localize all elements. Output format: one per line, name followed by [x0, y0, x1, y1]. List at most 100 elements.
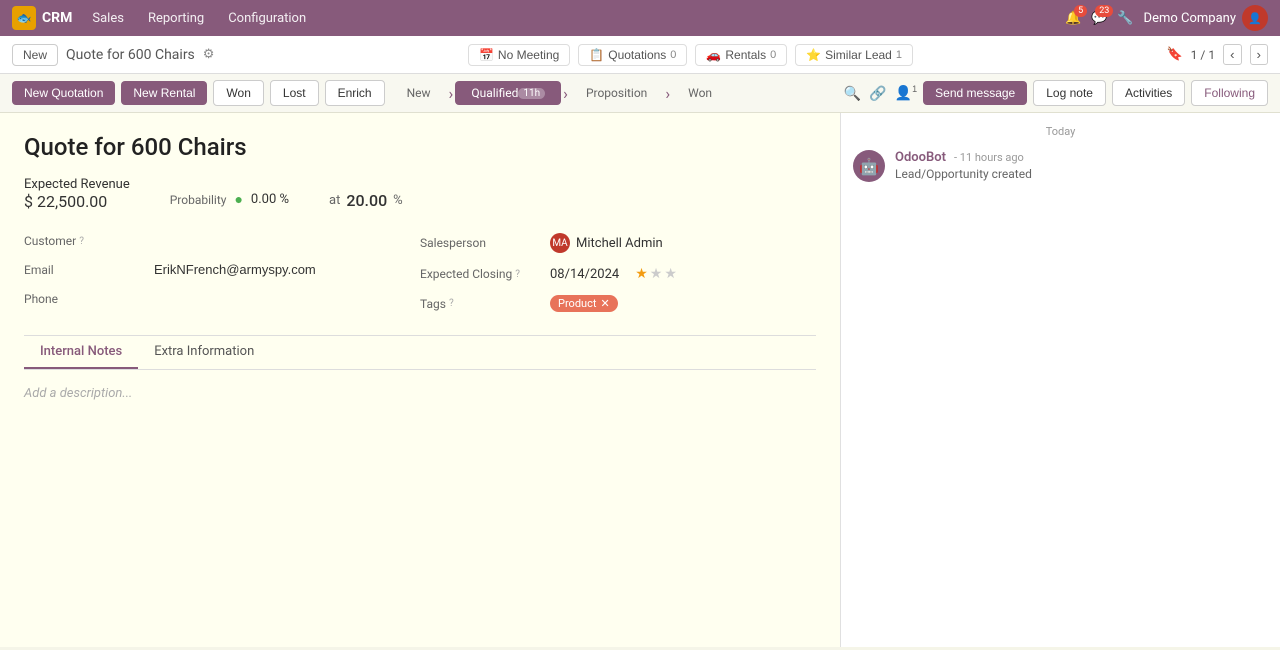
activities-button[interactable]: Activities [1112, 80, 1185, 106]
email-value[interactable] [154, 262, 420, 278]
similar-lead-button[interactable]: ⭐ Similar Lead 1 [795, 44, 913, 66]
nav-reporting[interactable]: Reporting [144, 9, 208, 28]
lost-button[interactable]: Lost [270, 80, 319, 106]
stage-new[interactable]: New [391, 81, 447, 105]
user-toolbar-icon[interactable]: 👤1 [895, 84, 917, 102]
tab-extra-information[interactable]: Extra Information [138, 336, 270, 369]
brand-icon: 🐟 [12, 6, 36, 30]
notification-chat[interactable]: 💬23 [1091, 11, 1107, 26]
nav-right: 🔔5 💬23 🔧 Demo Company 👤 [1065, 5, 1268, 31]
quotations-button[interactable]: 📋 Quotations 0 [578, 44, 687, 66]
pagination-next[interactable]: › [1250, 44, 1268, 65]
settings-gear-icon[interactable]: ⚙ [203, 47, 215, 62]
nav-sales[interactable]: Sales [88, 9, 128, 28]
quotations-count: 0 [670, 49, 676, 61]
similar-lead-count: 1 [896, 49, 902, 61]
revenue-group: Expected Revenue $ 22,500.00 [24, 177, 130, 211]
tag-product-label: Product [558, 297, 596, 310]
tab-internal-notes[interactable]: Internal Notes [24, 336, 138, 369]
won-button[interactable]: Won [213, 80, 263, 106]
bookmark-icon[interactable]: 🔖 [1166, 47, 1182, 62]
nav-configuration[interactable]: Configuration [224, 9, 310, 28]
star-1[interactable]: ★ [635, 266, 648, 282]
star-3[interactable]: ★ [664, 266, 677, 282]
action-bar-right: 🔍 🔗 👤1 Send message Log note Activities … [844, 80, 1268, 106]
stage-won[interactable]: Won [672, 81, 728, 105]
link-toolbar-icon[interactable]: 🔗 [869, 85, 886, 102]
company-name: Demo Company [1144, 11, 1236, 26]
stage-qualified[interactable]: Qualified 11h [455, 81, 561, 105]
stage-proposition[interactable]: Proposition [570, 81, 663, 105]
tabs-header: Internal Notes Extra Information [24, 336, 816, 370]
following-button[interactable]: Following [1191, 80, 1268, 106]
breadcrumb-center: 📅 No Meeting 📋 Quotations 0 🚗 Rentals 0 … [468, 44, 913, 66]
breadcrumb-right: 🔖 1 / 1 ‹ › [1166, 44, 1268, 65]
probability-percent: 0.00 % [251, 192, 289, 207]
pagination-text: 1 / 1 [1191, 48, 1215, 62]
log-note-button[interactable]: Log note [1033, 80, 1106, 106]
stage-new-label: New [407, 86, 431, 100]
expected-closing-value[interactable]: 08/14/2024 ★ ★ ★ [550, 266, 816, 282]
no-meeting-button[interactable]: 📅 No Meeting [468, 44, 570, 66]
expected-revenue-value[interactable]: $ 22,500.00 [24, 192, 130, 211]
tag-product: Product ✕ [550, 295, 618, 312]
settings-icon[interactable]: 🔧 [1117, 11, 1133, 26]
form-title: Quote for 600 Chairs [24, 133, 816, 161]
email-label: Email [24, 263, 154, 277]
phone-field-row: Phone [24, 285, 420, 314]
prob-manual-value[interactable]: 20.00 [346, 191, 387, 210]
notification-bell[interactable]: 🔔5 [1065, 11, 1081, 26]
main-content: Quote for 600 Chairs Expected Revenue $ … [0, 113, 1280, 647]
email-input[interactable] [154, 262, 420, 277]
stage-qualified-label: Qualified [471, 86, 518, 100]
tab-content-internal-notes: Add a description... [24, 370, 816, 490]
rentals-button[interactable]: 🚗 Rentals 0 [695, 44, 787, 66]
rentals-label: Rentals [725, 48, 766, 62]
customer-value[interactable] [154, 233, 420, 249]
calendar-icon: 📅 [479, 48, 494, 62]
bot-message: Lead/Opportunity created [895, 167, 1268, 181]
tabs-section: Internal Notes Extra Information Add a d… [24, 335, 816, 490]
star-icon: ⭐ [806, 48, 821, 62]
tag-product-close[interactable]: ✕ [600, 297, 609, 310]
stage-arrow-2: › [563, 84, 568, 103]
phone-input[interactable] [154, 291, 420, 306]
salesperson-name: Mitchell Admin [576, 236, 663, 251]
fields-left: Customer ? Email Phone [24, 227, 420, 319]
tags-field-row: Tags ? Product ✕ [420, 289, 816, 319]
expected-closing-field-row: Expected Closing ? 08/14/2024 ★ ★ ★ [420, 260, 816, 289]
priority-stars: ★ ★ ★ [635, 266, 677, 282]
brand-name: CRM [42, 10, 72, 26]
brand[interactable]: 🐟 CRM [12, 6, 72, 30]
bot-avatar: 🤖 [853, 150, 885, 182]
stage-qualified-time: 11h [518, 88, 545, 99]
rentals-icon: 🚗 [706, 48, 721, 62]
stage-bar: New › Qualified 11h › Proposition › Won [391, 81, 728, 105]
send-message-button[interactable]: Send message [923, 81, 1027, 105]
star-2[interactable]: ★ [650, 266, 663, 282]
salesperson-label: Salesperson [420, 236, 550, 250]
probability-label: Probability [170, 193, 227, 207]
top-navigation: 🐟 CRM Sales Reporting Configuration 🔔5 💬… [0, 0, 1280, 36]
tab-placeholder[interactable]: Add a description... [24, 386, 132, 401]
prob-at-group: at 20.00 % [329, 191, 403, 210]
enrich-button[interactable]: Enrich [325, 80, 385, 106]
phone-value[interactable] [154, 291, 420, 307]
stage-arrow-3: › [665, 84, 670, 103]
email-field-row: Email [24, 256, 420, 285]
tags-help: ? [449, 298, 454, 309]
fields-grid: Customer ? Email Phone [24, 227, 816, 319]
stage-won-label: Won [688, 86, 712, 100]
chat-header: OdooBot - 11 hours ago [895, 150, 1268, 165]
new-quotation-button[interactable]: New Quotation [12, 81, 115, 105]
customer-input[interactable] [154, 233, 420, 248]
percent-symbol: % [393, 193, 403, 208]
search-toolbar-icon[interactable]: 🔍 [844, 85, 861, 102]
new-rental-button[interactable]: New Rental [121, 81, 207, 105]
no-meeting-label: No Meeting [498, 48, 559, 62]
toolbar-icons: 🔍 🔗 👤1 [844, 84, 917, 102]
pagination-prev[interactable]: ‹ [1223, 44, 1241, 65]
breadcrumb-new-button[interactable]: New [12, 44, 58, 66]
probability-group: Probability ● 0.00 % [170, 191, 289, 208]
user-company[interactable]: Demo Company 👤 [1144, 5, 1268, 31]
